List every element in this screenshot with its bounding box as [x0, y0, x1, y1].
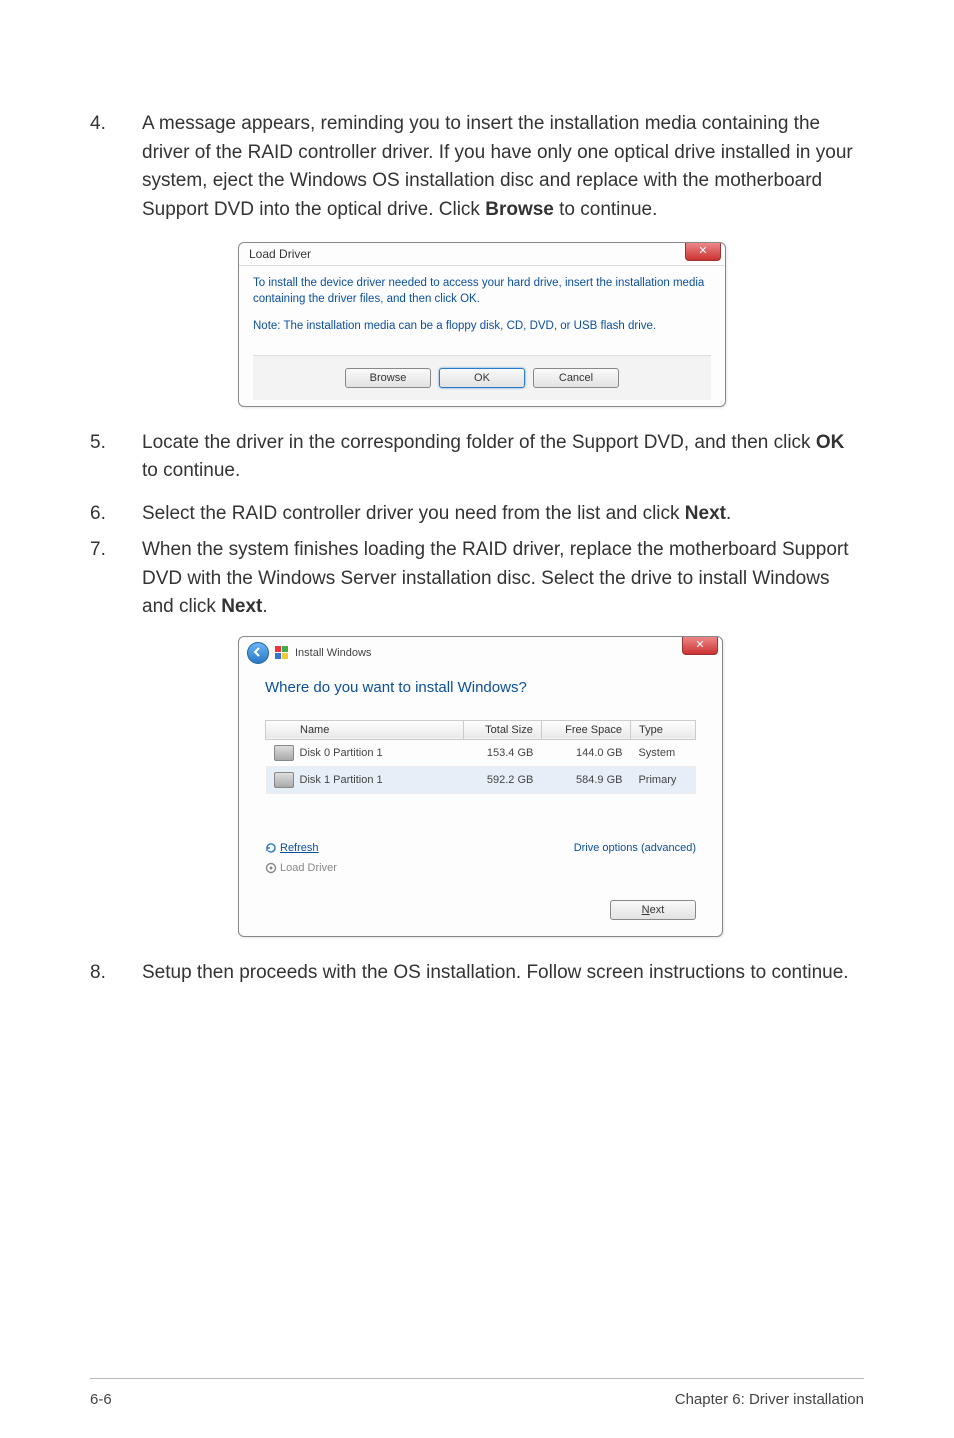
install-windows-dialog: Install Windows ✕ Where do you want to i… — [238, 636, 723, 937]
step6-part-a: Select the RAID controller driver you ne… — [142, 503, 685, 524]
load-driver-link[interactable]: Load Driver — [265, 862, 337, 874]
disk-icon — [274, 772, 294, 788]
next-button[interactable]: Next — [610, 900, 696, 920]
close-button[interactable]: ✕ — [685, 243, 721, 261]
step6-part-b: . — [726, 503, 731, 524]
back-button[interactable] — [247, 642, 269, 664]
page-number: 6-6 — [90, 1391, 112, 1408]
dialog-message-2: Note: The installation media can be a fl… — [253, 319, 711, 335]
refresh-icon — [265, 842, 277, 854]
ok-button[interactable]: OK — [439, 368, 525, 388]
step7-part-b: . — [262, 596, 267, 617]
step5-part-b: to continue. — [142, 460, 240, 481]
close-button[interactable]: ✕ — [682, 637, 718, 655]
refresh-label: Refresh — [280, 842, 319, 854]
step-number: 8. — [90, 959, 142, 988]
step4-bold: Browse — [485, 199, 554, 220]
dialog-header: Install Windows ✕ — [239, 637, 722, 669]
disk-row[interactable]: Disk 1 Partition 1592.2 GB584.9 GBPrimar… — [266, 766, 696, 793]
disk-icon — [274, 745, 294, 761]
step-text: Setup then proceeds with the OS installa… — [142, 959, 864, 988]
col-name: Name — [300, 724, 329, 736]
step5-bold: OK — [816, 432, 845, 453]
disk-table: Name Total Size Free Space Type Disk 0 P… — [265, 720, 696, 794]
dialog-title-bar: Load Driver ✕ — [239, 243, 725, 266]
step4-part-b: to continue. — [554, 199, 658, 220]
col-free-space: Free Space — [541, 720, 630, 739]
load-driver-label: Load Driver — [280, 862, 337, 874]
step7-bold: Next — [221, 596, 262, 617]
step-number: 4. — [90, 110, 142, 224]
step-text: A message appears, reminding you to inse… — [142, 110, 864, 224]
browse-button[interactable]: Browse — [345, 368, 431, 388]
step-text: When the system finishes loading the RAI… — [142, 536, 864, 622]
load-driver-dialog: Load Driver ✕ To install the device driv… — [238, 242, 726, 407]
cancel-button[interactable]: Cancel — [533, 368, 619, 388]
dialog2-title: Install Windows — [295, 647, 371, 659]
back-arrow-icon — [252, 646, 264, 658]
load-driver-icon — [265, 862, 277, 874]
dialog-message-1: To install the device driver needed to a… — [253, 276, 711, 307]
windows-flag-icon — [275, 646, 289, 660]
chapter-title: Chapter 6: Driver installation — [675, 1391, 864, 1408]
col-total-size: Total Size — [463, 720, 541, 739]
step5-part-a: Locate the driver in the corresponding f… — [142, 432, 816, 453]
step-text: Select the RAID controller driver you ne… — [142, 500, 864, 529]
step-number: 7. — [90, 536, 142, 622]
disk-row[interactable]: Disk 0 Partition 1153.4 GB144.0 GBSystem — [266, 739, 696, 766]
dialog-title: Load Driver — [249, 247, 311, 261]
next-label: ext — [650, 904, 665, 916]
step-text: Locate the driver in the corresponding f… — [142, 429, 864, 486]
drive-options-link[interactable]: Drive options (advanced) — [574, 842, 696, 854]
step-number: 5. — [90, 429, 142, 486]
install-question: Where do you want to install Windows? — [265, 679, 696, 696]
step-number: 6. — [90, 500, 142, 529]
refresh-link[interactable]: Refresh — [265, 842, 319, 854]
page-footer: 6-6 Chapter 6: Driver installation — [90, 1378, 864, 1408]
step6-bold: Next — [685, 503, 726, 524]
col-type: Type — [630, 720, 695, 739]
